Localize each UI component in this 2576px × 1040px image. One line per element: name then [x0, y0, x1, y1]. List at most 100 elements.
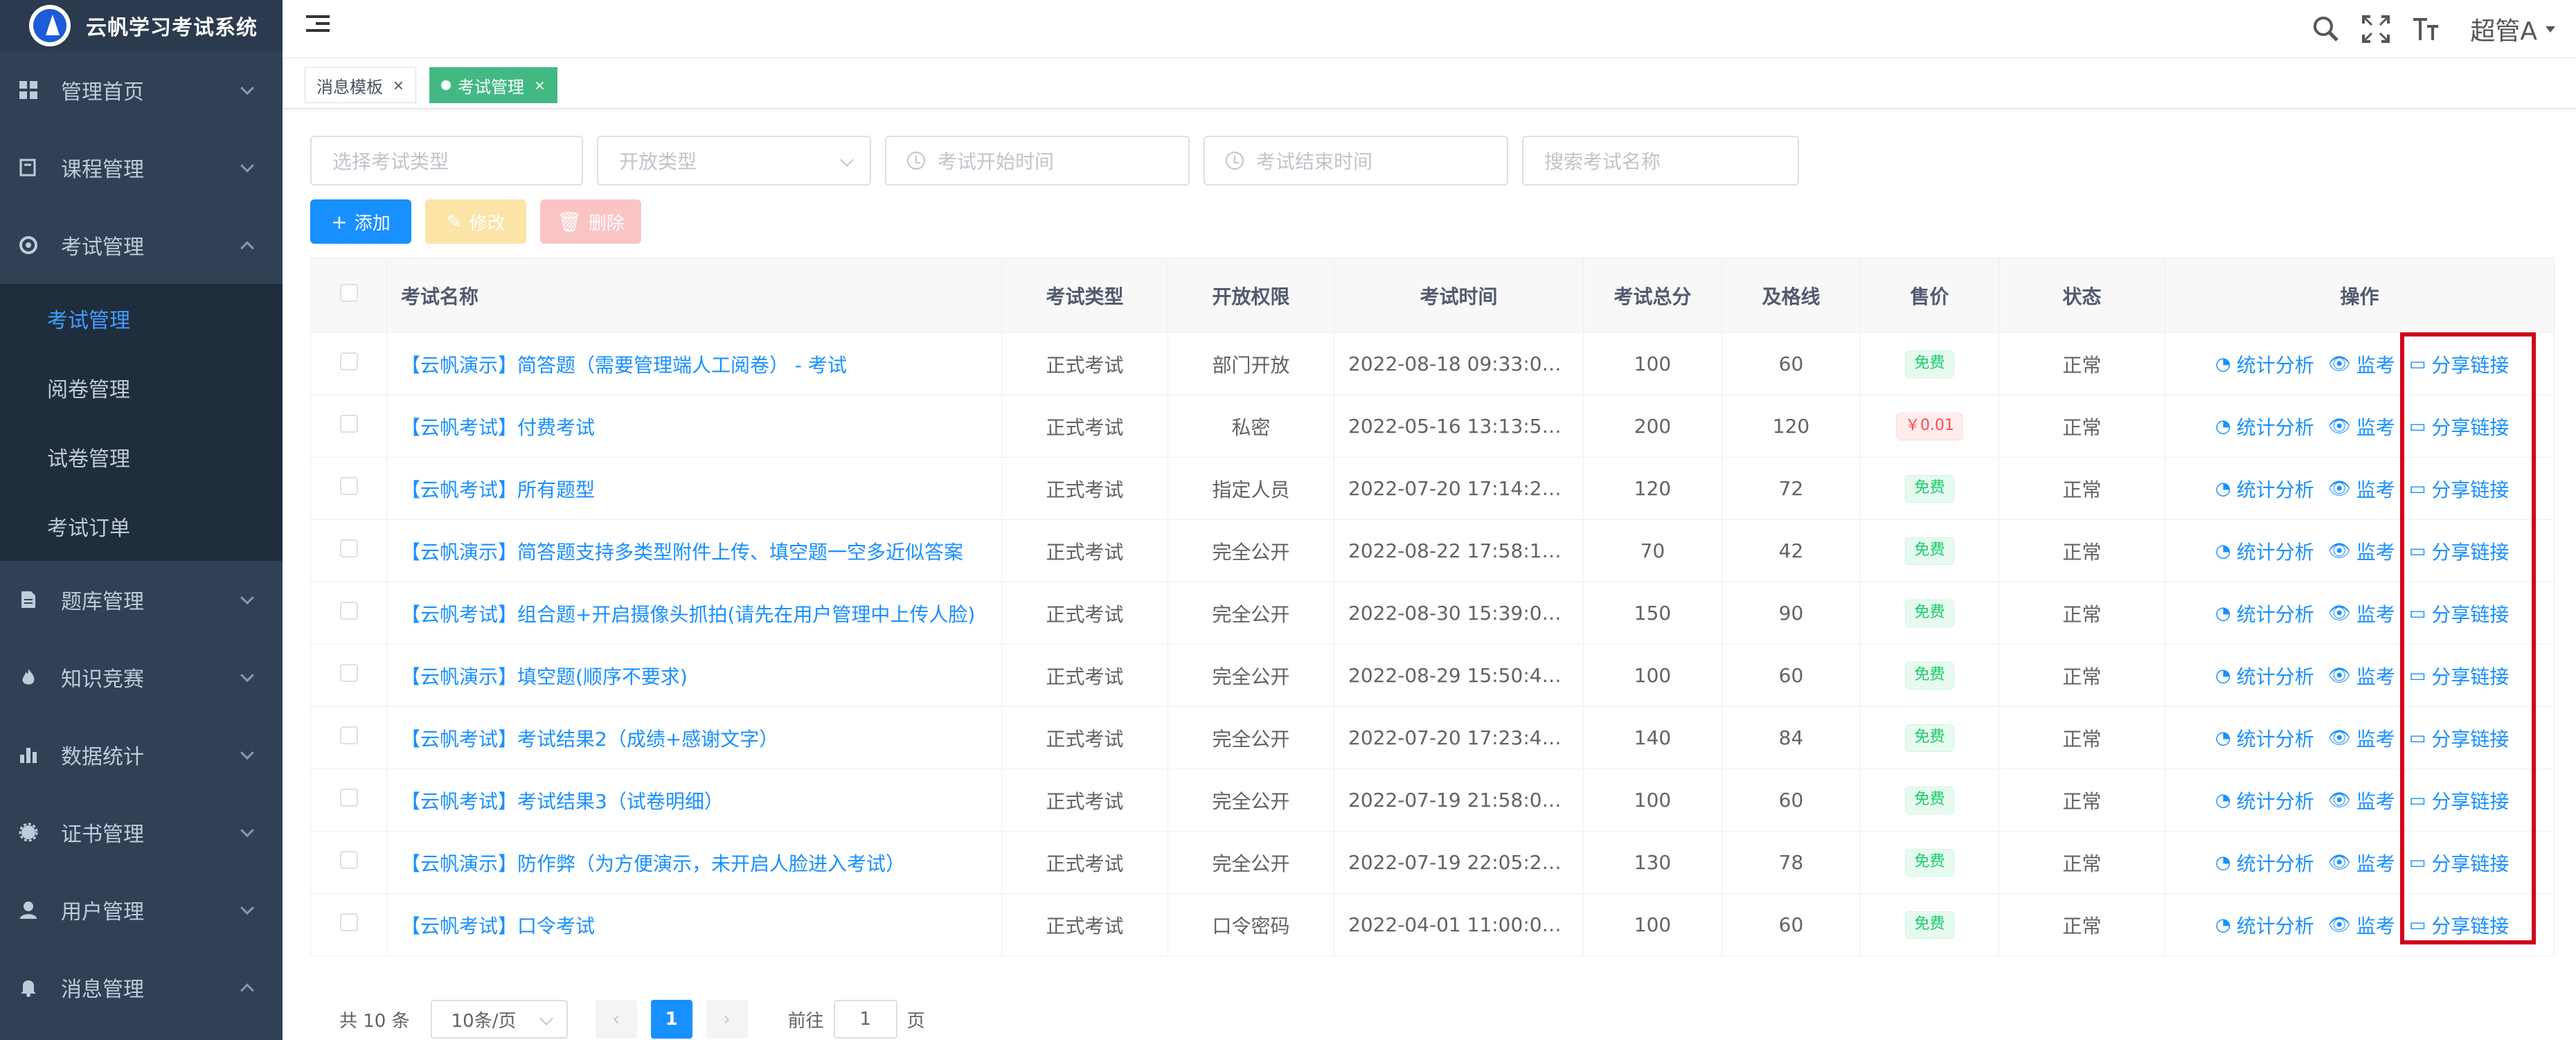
sidebar-item-course[interactable]: 课程管理	[0, 129, 283, 206]
row-select-cell[interactable]	[310, 457, 387, 520]
open-type-select[interactable]: 开放类型	[597, 136, 871, 186]
page-number-1[interactable]: 1	[650, 1000, 692, 1039]
sidebar-item-home[interactable]: 管理首页	[0, 51, 283, 129]
logo[interactable]: 云帆学习考试系统	[0, 0, 283, 51]
table-body: 【云帆演示】简答题（需要管理端人工阅卷） - 考试 正式考试 部门开放 2022-08…	[310, 332, 2555, 956]
row-checkbox[interactable]	[339, 726, 358, 744]
sidebar-item-users[interactable]: 用户管理	[0, 871, 283, 949]
row-select-cell[interactable]	[310, 519, 387, 582]
exam-time-cell: 2022-05-16 13:13:53 ~...	[1334, 395, 1584, 458]
row-checkbox[interactable]	[339, 789, 358, 807]
sidebar-item-statistics[interactable]: 数据统计	[0, 716, 283, 794]
caret-down-icon[interactable]	[2546, 26, 2555, 33]
exam-name-link[interactable]: 【云帆考试】口令考试	[386, 893, 1002, 956]
stats-link[interactable]: ◔ 统计分析	[2215, 537, 2314, 565]
exam-type-cell: 正式考试	[1001, 395, 1168, 458]
row-select-cell[interactable]	[310, 332, 387, 395]
select-all-cell[interactable]	[310, 258, 387, 333]
exam-name-link[interactable]: 【云帆演示】简答题（需要管理端人工阅卷） - 考试	[386, 332, 1002, 395]
row-checkbox[interactable]	[339, 352, 358, 370]
stats-link[interactable]: ◔ 统计分析	[2215, 413, 2314, 440]
end-time-picker[interactable]: 考试结束时间	[1204, 136, 1508, 186]
row-checkbox[interactable]	[339, 477, 358, 495]
stats-link[interactable]: ◔ 统计分析	[2215, 662, 2314, 690]
next-page-button[interactable]: ›	[706, 1000, 748, 1039]
delete-button[interactable]: 🗑 删除	[540, 199, 641, 244]
exam-name-link[interactable]: 【云帆考试】考试结果3（试卷明细）	[386, 769, 1002, 832]
stats-link-label: 统计分析	[2236, 665, 2314, 688]
search-input[interactable]: 搜索考试名称	[1522, 136, 1799, 186]
row-checkbox[interactable]	[339, 602, 358, 620]
exam-perm-cell: 完全公开	[1168, 582, 1334, 645]
sidebar-subitem-orders[interactable]: 考试订单	[0, 492, 283, 561]
exam-name-link[interactable]: 【云帆演示】防作弊（为方便演示，未开启人脸进入考试）	[386, 831, 1002, 894]
stats-link[interactable]: ◔ 统计分析	[2215, 849, 2314, 877]
row-select-cell[interactable]	[310, 769, 387, 832]
exam-type-select[interactable]: 选择考试类型	[310, 136, 583, 186]
prev-page-button[interactable]: ‹	[595, 1000, 637, 1039]
stats-link[interactable]: ◔ 统计分析	[2215, 787, 2314, 814]
row-checkbox[interactable]	[339, 851, 358, 869]
close-icon[interactable]: ×	[393, 77, 404, 93]
exam-name-link[interactable]: 【云帆演示】简答题支持多类型附件上传、填空题一空多近似答案	[386, 519, 1002, 582]
sidebar-item-contest[interactable]: 知识竞赛	[0, 638, 283, 716]
monitor-link[interactable]: 👁 监考	[2328, 662, 2395, 690]
select-all-checkbox[interactable]	[339, 284, 358, 302]
exam-name-link[interactable]: 【云帆考试】考试结果2（成绩+感谢文字）	[386, 706, 1002, 769]
search-icon[interactable]	[2311, 14, 2341, 44]
page-size-select[interactable]: 10条/页	[430, 1000, 568, 1039]
monitor-link[interactable]: 👁 监考	[2328, 350, 2395, 378]
stats-link[interactable]: ◔ 统计分析	[2215, 911, 2314, 939]
stats-link[interactable]: ◔ 统计分析	[2215, 724, 2314, 752]
font-size-icon[interactable]	[2410, 14, 2441, 44]
row-checkbox[interactable]	[339, 415, 358, 433]
monitor-link[interactable]: 👁 监考	[2328, 787, 2395, 814]
monitor-link[interactable]: 👁 监考	[2328, 724, 2395, 752]
exam-name-link[interactable]: 【云帆考试】付费考试	[386, 395, 1002, 458]
monitor-link[interactable]: 👁 监考	[2328, 600, 2395, 627]
user-name[interactable]: 超管A	[2470, 11, 2537, 47]
sidebar-item-messages[interactable]: 消息管理	[0, 949, 283, 1026]
exam-name-link[interactable]: 【云帆考试】组合题+开启摄像头抓拍(请先在用户管理中上传人脸)	[386, 582, 1002, 645]
monitor-link[interactable]: 👁 监考	[2328, 849, 2395, 877]
row-select-cell[interactable]	[310, 644, 387, 707]
pie-chart-icon: ◔	[2215, 852, 2231, 873]
tag-exam-manage[interactable]: 考试管理 ×	[429, 67, 557, 103]
monitor-link[interactable]: 👁 监考	[2328, 413, 2395, 440]
sidebar-item-question-bank[interactable]: 题库管理	[0, 561, 283, 638]
stats-link[interactable]: ◔ 统计分析	[2215, 475, 2314, 503]
stats-link[interactable]: ◔ 统计分析	[2215, 350, 2314, 378]
monitor-link[interactable]: 👁 监考	[2328, 537, 2395, 565]
edit-button[interactable]: ✎ 修改	[425, 199, 526, 244]
stats-link[interactable]: ◔ 统计分析	[2215, 600, 2314, 627]
row-select-cell[interactable]	[310, 893, 387, 956]
row-select-cell[interactable]	[310, 706, 387, 769]
menu-toggle-icon[interactable]	[306, 15, 330, 36]
exam-name-link[interactable]: 【云帆演示】填空题(顺序不要求)	[386, 644, 1002, 707]
row-checkbox[interactable]	[339, 664, 358, 682]
row-checkbox[interactable]	[339, 913, 358, 931]
monitor-link[interactable]: 👁 监考	[2328, 911, 2395, 939]
sidebar-subitem-paper[interactable]: 试卷管理	[0, 422, 283, 492]
exam-name-link[interactable]: 【云帆考试】所有题型	[386, 457, 1002, 520]
sidebar-item-exam[interactable]: 考试管理	[0, 206, 283, 284]
goto-page-input[interactable]: 1	[833, 1000, 897, 1039]
row-checkbox[interactable]	[339, 539, 358, 557]
add-button[interactable]: + 添加	[310, 199, 411, 244]
sidebar-subitem-grading[interactable]: 阅卷管理	[0, 353, 283, 422]
row-select-cell[interactable]	[310, 395, 387, 458]
row-select-cell[interactable]	[310, 831, 387, 894]
sidebar-subitem-exam-manage[interactable]: 考试管理	[0, 284, 283, 353]
pie-chart-icon: ◔	[2215, 540, 2231, 562]
fullscreen-icon[interactable]	[2361, 14, 2391, 44]
monitor-link[interactable]: 👁 监考	[2328, 475, 2395, 503]
row-select-cell[interactable]	[310, 582, 387, 645]
monitor-link-label: 监考	[2356, 789, 2395, 813]
price-badge: ￥0.01	[1896, 413, 1963, 440]
sidebar-item-certificate[interactable]: 证书管理	[0, 794, 283, 871]
close-icon[interactable]: ×	[534, 77, 546, 93]
tag-message-template[interactable]: 消息模板 ×	[305, 67, 416, 103]
table-row: 【云帆考试】考试结果2（成绩+感谢文字） 正式考试 完全公开 2022-07-20 1…	[310, 706, 2555, 769]
start-time-picker[interactable]: 考试开始时间	[885, 136, 1190, 186]
price-badge: 免费	[1905, 787, 1954, 814]
